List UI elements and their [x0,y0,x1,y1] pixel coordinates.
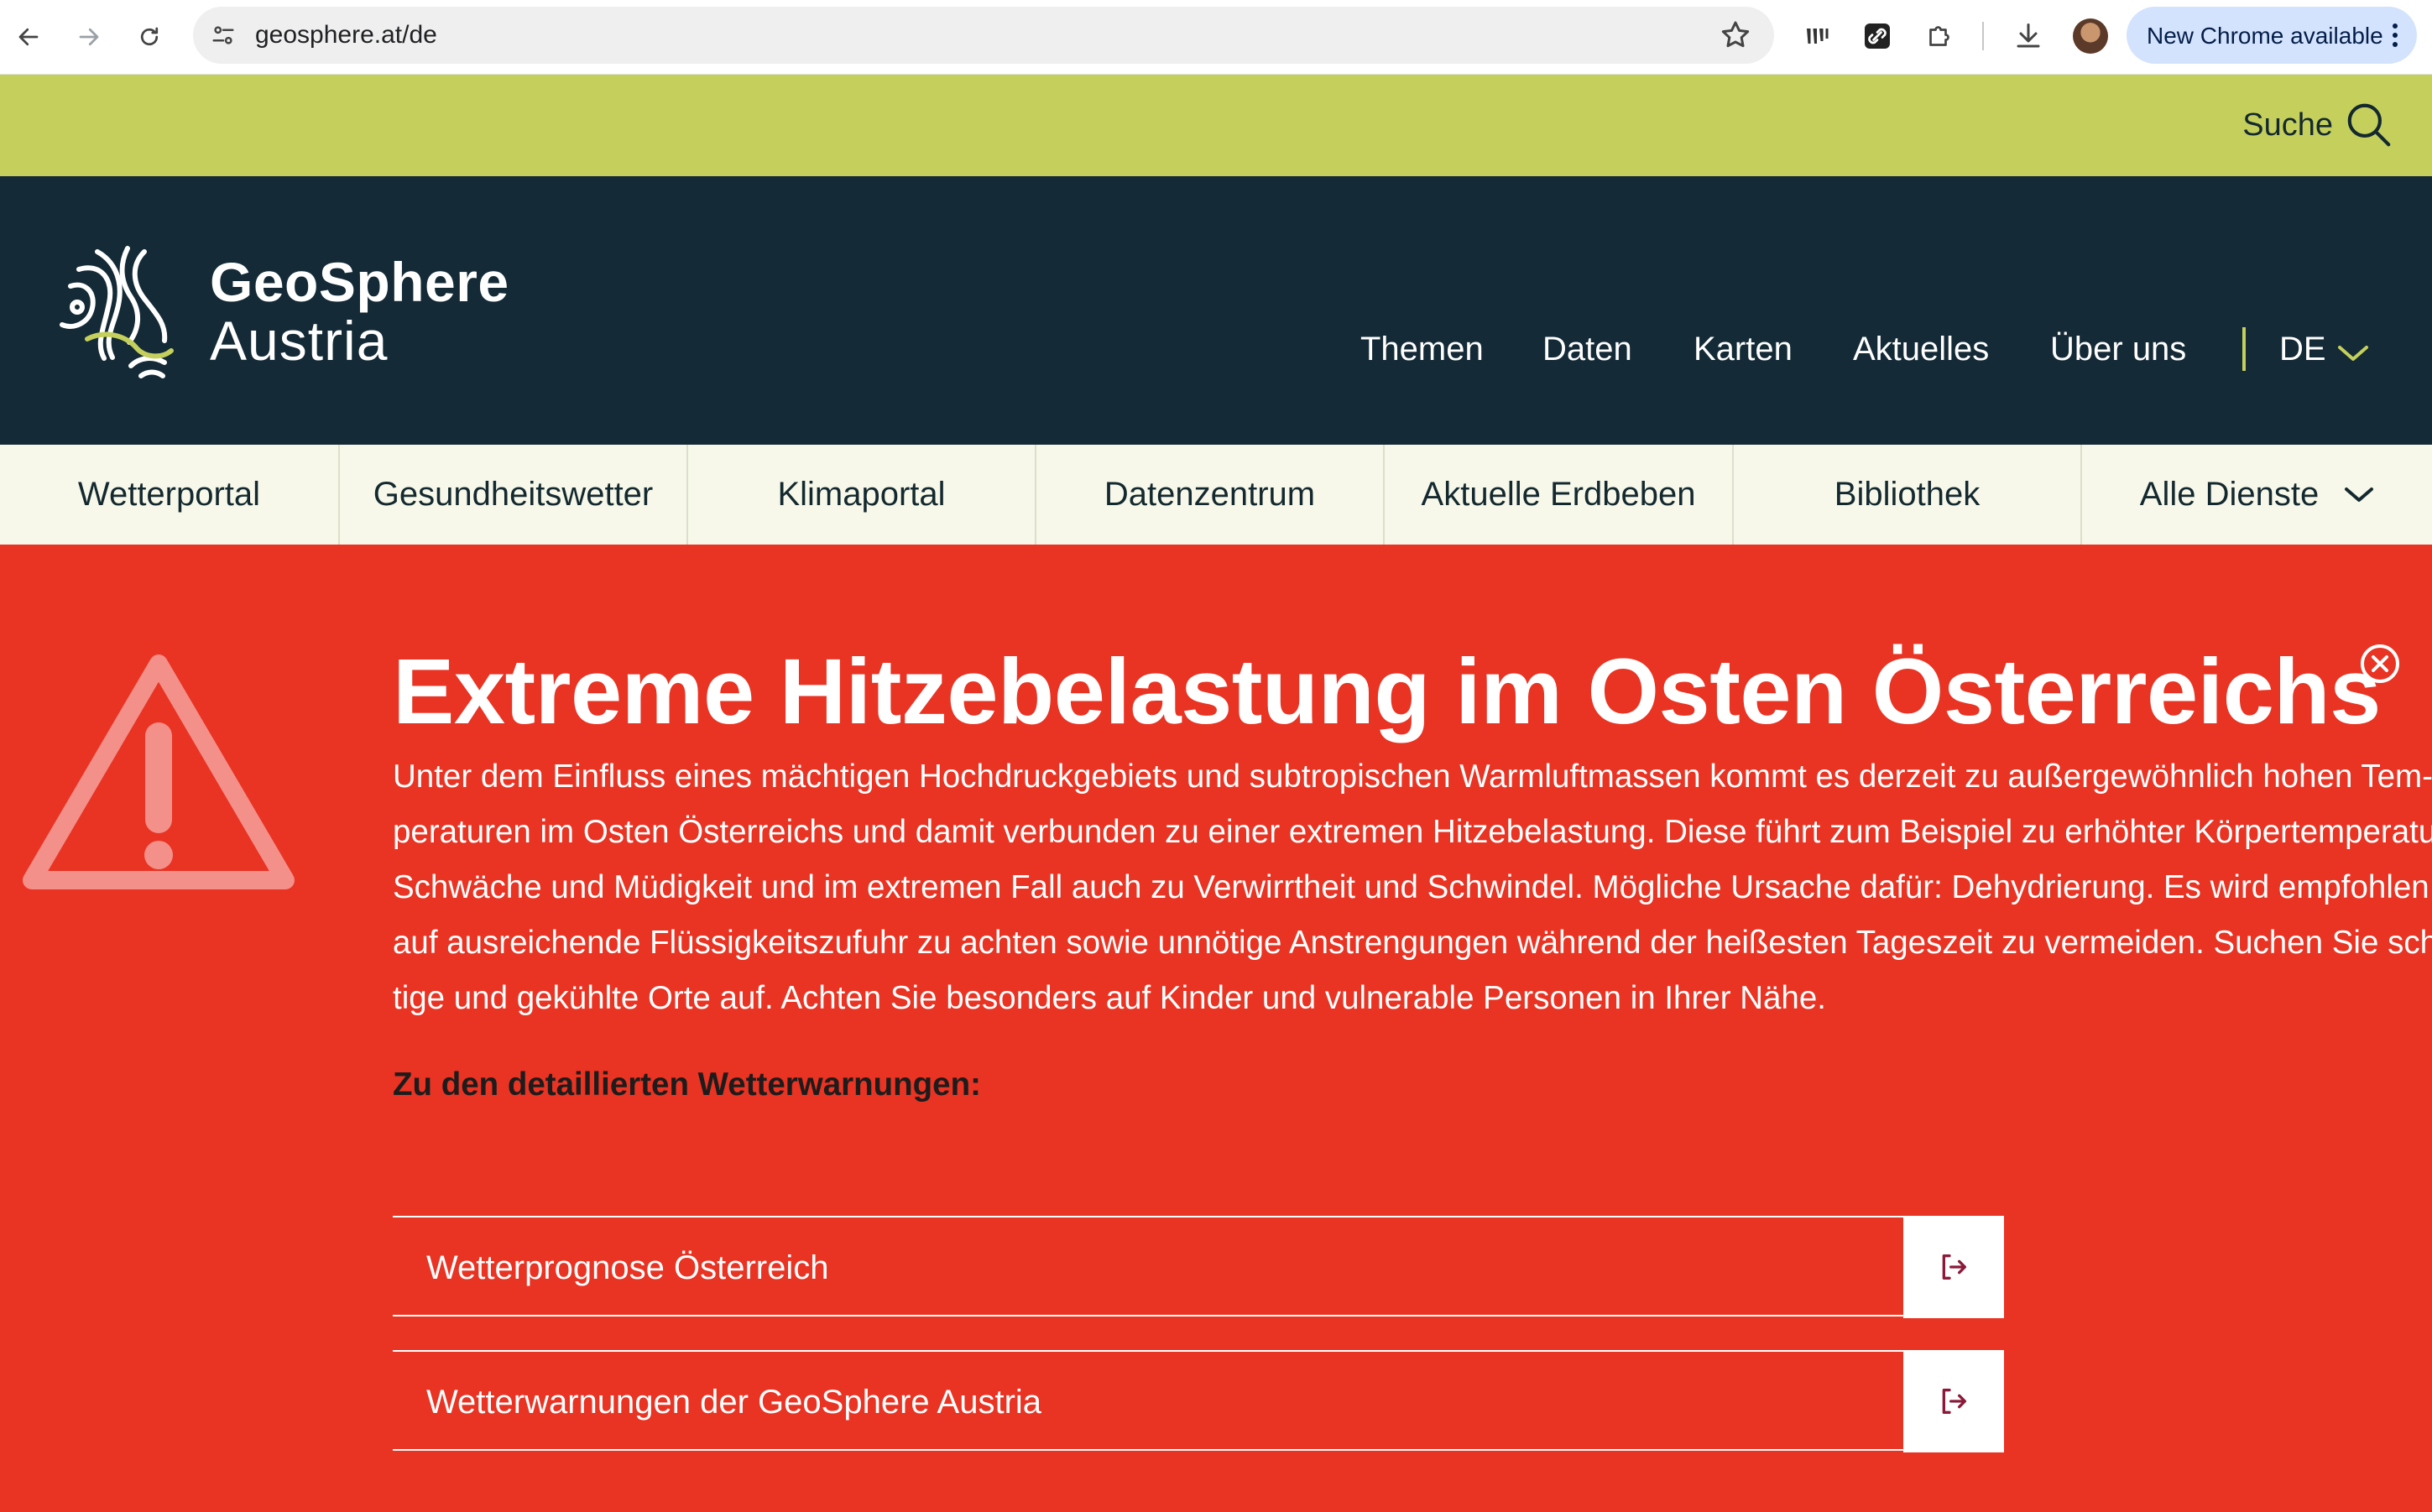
back-arrow-icon[interactable] [10,18,47,55]
service-label: Gesundheitswetter [373,476,654,513]
site-header: GeoSphere Austria Themen Daten Karten Ak… [0,176,2432,445]
service-label: Datenzentrum [1104,476,1316,513]
heat-warning-alert: Extreme Hitzebelastung im Osten Österrei… [0,545,2432,1512]
download-icon[interactable] [2009,17,2048,55]
reload-icon[interactable] [131,18,168,55]
service-label: Wetterportal [77,476,261,513]
update-label: New Chrome available [2147,23,2383,49]
brand-country: Austria [210,310,389,372]
close-circle-icon[interactable] [2358,642,2402,686]
link-wetterwarnungen[interactable]: Wetterwarnungen der GeoSphere Austria [393,1350,2004,1452]
brand-name: GeoSphere [210,251,509,313]
nav-daten[interactable]: Daten [1542,331,1632,368]
forward-arrow-icon[interactable] [70,18,107,55]
alert-body-line: tige und gekühlte Orte auf. Achten Sie b… [393,980,1826,1016]
site-settings-icon[interactable] [208,20,238,50]
chevron-down-icon[interactable] [2336,341,2370,366]
chrome-update-button[interactable]: New Chrome available [2127,7,2417,64]
services-bar: Wetterportal Gesundheitswetter Klimaport… [0,445,2432,545]
service-bibliothek[interactable]: Bibliothek [1734,445,2082,545]
external-link-icon [1942,1254,1966,1280]
nav-themen[interactable]: Themen [1360,331,1484,368]
service-label: Aktuelle Erdbeben [1421,476,1696,513]
warnings-subheading: Zu den detaillierten Wetterwarnungen: [393,1066,981,1103]
service-label: Alle Dienste [2139,476,2320,513]
geosphere-logo[interactable] [54,240,196,383]
service-label: Bibliothek [1834,476,1981,513]
alert-body-line: peraturen im Osten Österreichs und damit… [393,814,2432,850]
browser-toolbar: geosphere.at/de New Chrome available [0,0,2432,75]
alert-body-line: Unter dem Einfluss eines mächtigen Hochd… [393,759,2432,795]
nav-karten[interactable]: Karten [1694,331,1793,368]
link-wetterprognose[interactable]: Wetterprognose Österreich [393,1216,2004,1318]
search-icon [2347,103,2391,147]
link-extension-icon[interactable] [1858,17,1897,55]
profile-avatar[interactable] [2073,18,2108,54]
nav-divider [2242,327,2246,371]
language-selector[interactable]: DE [2279,331,2326,368]
address-bar[interactable]: geosphere.at/de [193,7,1774,64]
service-gesundheitswetter[interactable]: Gesundheitswetter [340,445,688,545]
alert-body: Unter dem Einfluss eines mächtigen Hochd… [393,749,2432,1026]
url-text: geosphere.at/de [255,21,437,49]
service-label: Klimaportal [777,476,946,513]
warning-triangle-icon [23,654,295,889]
link-label: Wetterprognose Österreich [426,1249,829,1286]
nav-ueber-uns[interactable]: Über uns [2050,331,2186,368]
link-label: Wetterwarnungen der GeoSphere Austria [426,1384,1042,1421]
external-link-icon [1942,1389,1966,1414]
alert-body-line: Schwäche und Müdigkeit und im extremen F… [393,869,2429,905]
search-button[interactable]: Suche [2242,100,2395,150]
chevron-down-icon [2345,487,2374,502]
service-klimaportal[interactable]: Klimaportal [688,445,1036,545]
service-datenzentrum[interactable]: Datenzentrum [1036,445,1385,545]
utility-bar: Suche [0,75,2432,176]
star-icon[interactable] [1719,18,1752,52]
search-label: Suche [2242,107,2333,143]
service-aktuelle-erdbeben[interactable]: Aktuelle Erdbeben [1385,445,1734,545]
more-menu-icon[interactable] [2392,22,2398,49]
external-link-button[interactable] [1903,1216,2004,1318]
extension-icon[interactable] [1798,17,1836,55]
service-wetterportal[interactable]: Wetterportal [0,445,340,545]
toolbar-divider [1982,22,1984,50]
nav-aktuelles[interactable]: Aktuelles [1853,331,1989,368]
alert-body-line: auf ausreichende Flüssigkeitszufuhr zu a… [393,925,2432,961]
alert-title: Extreme Hitzebelastung im Osten Österrei… [393,640,2381,743]
service-alle-dienste[interactable]: Alle Dienste [2082,445,2432,545]
external-link-button[interactable] [1903,1350,2004,1452]
puzzle-icon[interactable] [1920,17,1959,55]
